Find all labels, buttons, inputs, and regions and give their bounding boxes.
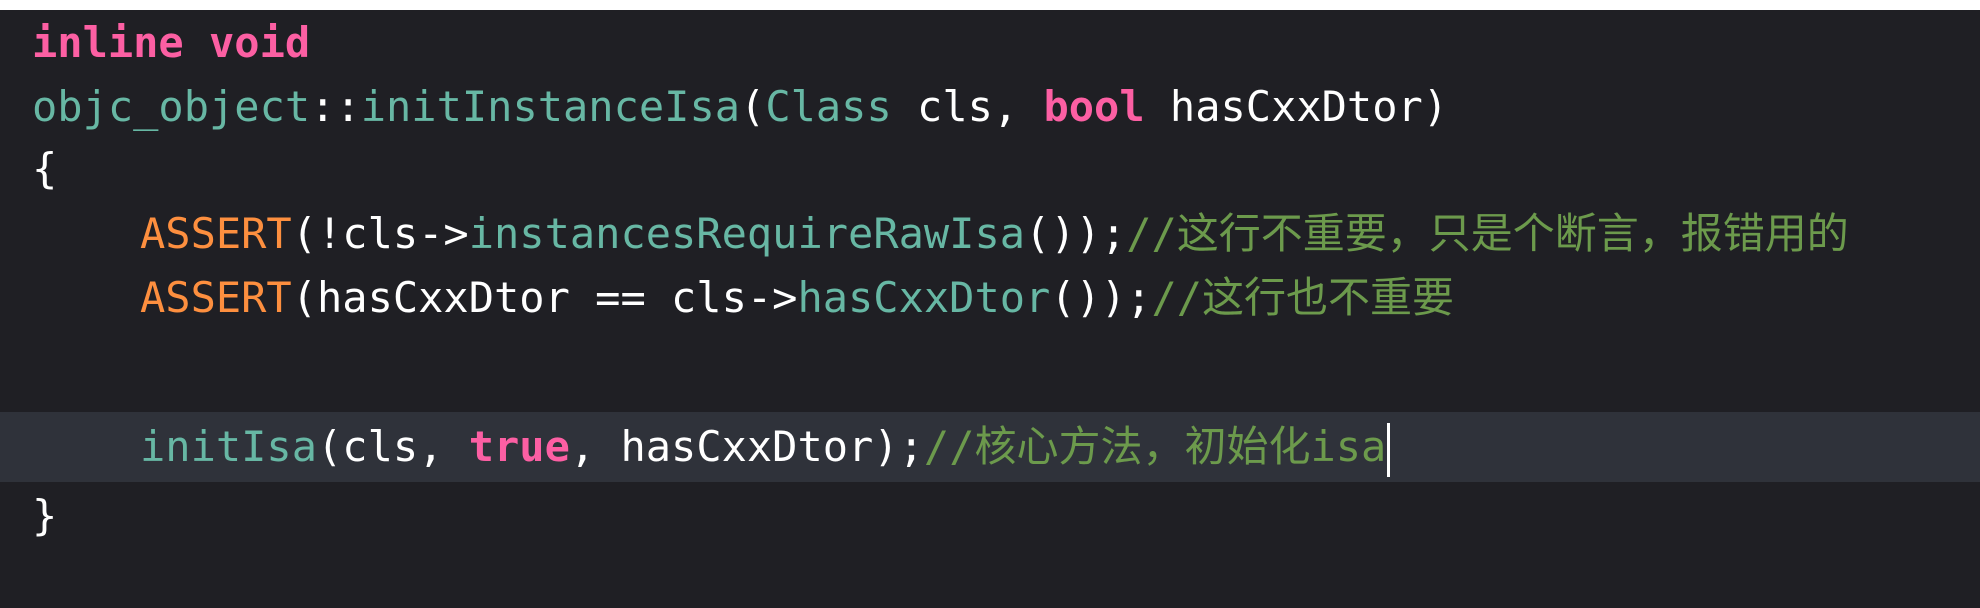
code-line-8[interactable]: }	[0, 486, 1980, 546]
keyword-token: inline	[32, 18, 184, 67]
code-line-2[interactable]: objc_object::initInstanceIsa(Class cls, …	[0, 77, 1980, 137]
function-token: initInstanceIsa	[360, 82, 741, 131]
code-line-3[interactable]: {	[0, 139, 1980, 199]
plain-token: cls,	[891, 82, 1044, 131]
macro-token: ASSERT	[140, 273, 292, 322]
code-line-7-current[interactable]: initIsa(cls, true, hasCxxDtor);//核心方法，初始…	[0, 412, 1980, 482]
code-line-content: inline void	[32, 13, 310, 73]
function-token: instancesRequireRawIsa	[468, 209, 1026, 258]
code-line-content: ASSERT(hasCxxDtor == cls->hasCxxDtor());…	[32, 268, 1454, 328]
code-line-content: objc_object::initInstanceIsa(Class cls, …	[32, 77, 1448, 137]
function-token: hasCxxDtor	[797, 273, 1051, 322]
code-line-5[interactable]: ASSERT(hasCxxDtor == cls->hasCxxDtor());…	[0, 268, 1980, 328]
plain-token: (cls,	[317, 422, 469, 471]
brace-token: }	[32, 491, 58, 540]
comment-token: //核心方法，初始化isa	[923, 422, 1387, 471]
type-token: objc_object	[32, 82, 311, 131]
code-line-1[interactable]: inline void	[0, 13, 1980, 73]
keyword-token: true	[468, 422, 570, 471]
plain-token: ::	[310, 82, 361, 131]
plain-token: , hasCxxDtor);	[569, 422, 924, 471]
code-editor[interactable]: inline void objc_object::initInstanceIsa…	[0, 10, 1980, 608]
keyword-token: void	[209, 18, 311, 67]
code-line-content: ASSERT(!cls->instancesRequireRawIsa());/…	[32, 204, 1849, 264]
code-line-4[interactable]: ASSERT(!cls->instancesRequireRawIsa());/…	[0, 204, 1980, 264]
code-line-6[interactable]	[0, 332, 1980, 392]
plain-token: (!cls->	[291, 209, 469, 258]
macro-token: ASSERT	[140, 209, 292, 258]
plain-token: hasCxxDtor)	[1144, 82, 1449, 131]
function-token: initIsa	[140, 422, 318, 471]
comment-token: //这行不重要，只是个断言，报错用的	[1126, 209, 1849, 258]
plain-token: (	[740, 82, 766, 131]
plain-token: ());	[1025, 209, 1127, 258]
plain-token: (hasCxxDtor == cls->	[291, 273, 798, 322]
keyword-token: bool	[1043, 82, 1145, 131]
code-line-content: initIsa(cls, true, hasCxxDtor);//核心方法，初始…	[32, 412, 1391, 482]
type-token: Class	[765, 82, 892, 131]
brace-token: {	[32, 144, 58, 193]
code-line-content: {	[32, 139, 57, 199]
code-line-content: }	[32, 486, 57, 546]
text-cursor	[1387, 422, 1391, 477]
plain-token: ());	[1050, 273, 1152, 322]
comment-token: //这行也不重要	[1151, 273, 1455, 322]
